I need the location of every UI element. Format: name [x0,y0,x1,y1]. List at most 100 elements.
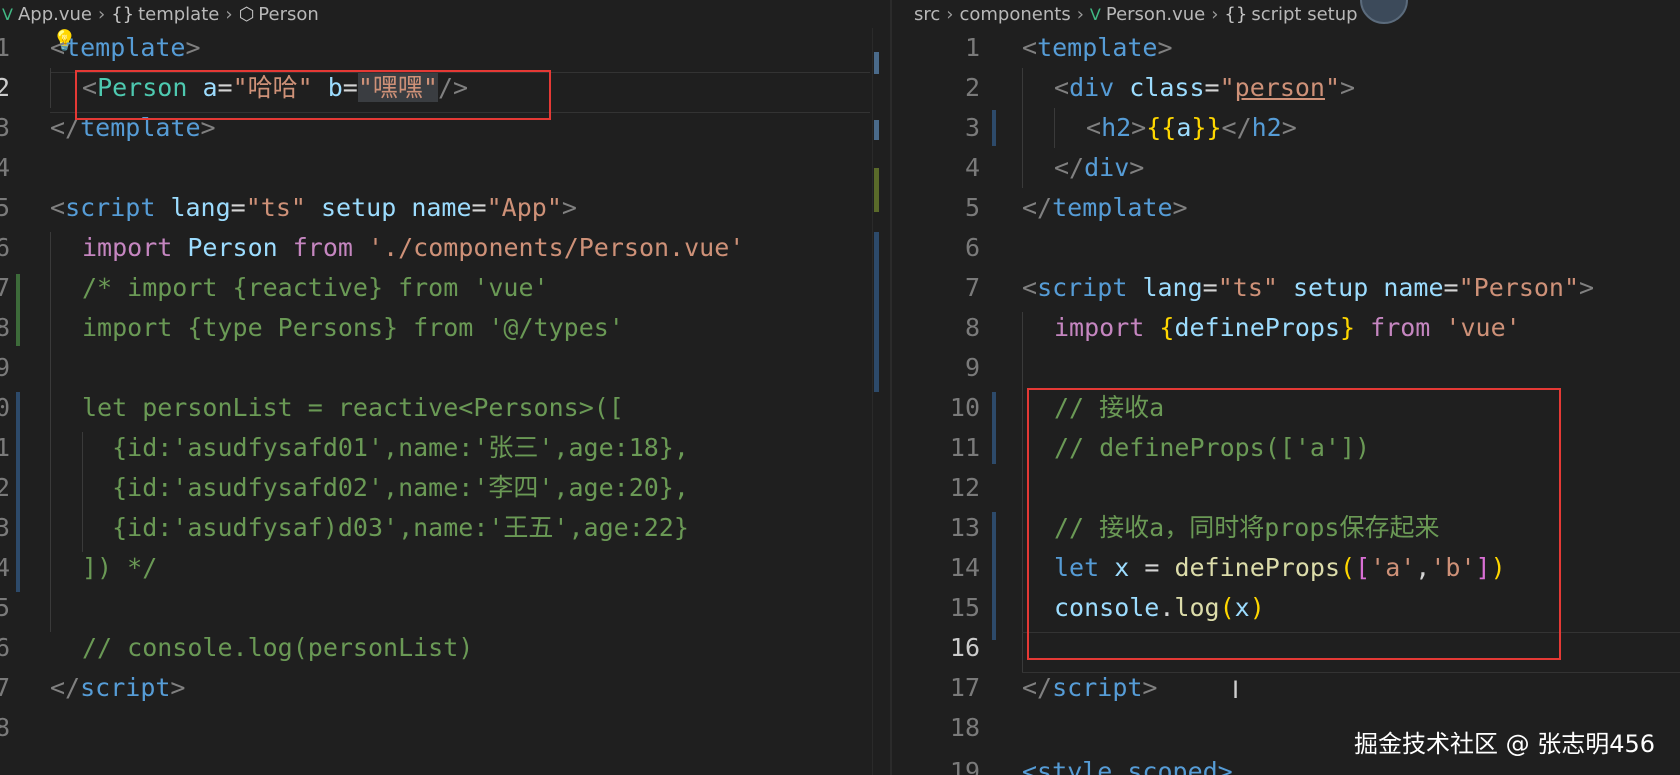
code-token: import [82,233,173,262]
line-number: 12 [949,473,980,502]
code-token: console [1054,593,1160,622]
line-number: 6 [0,233,10,262]
chevron-right-icon: › [225,3,233,25]
line-number: 5 [0,593,10,622]
code-token: <style scoped> [1022,757,1233,775]
code-token: class [1129,73,1205,102]
code-token: script [80,673,171,702]
code-token: defineProps [1174,313,1341,342]
code-token: './components/Person.vue' [368,233,745,262]
code-token: div [1084,153,1130,182]
scrollbar-marker [874,120,879,140]
code-line: 13 // 接收a，同时将props保存起来 [892,508,1680,548]
code-token: setup [321,193,397,222]
code-line: 9 [0,348,890,388]
code-line: 14 let x = defineProps(['a','b']) [892,548,1680,588]
line-number: 5 [964,193,980,222]
code-token: b [327,73,343,102]
code-token: Person [187,233,278,262]
line-number: 7 [0,273,10,302]
code-token: template [65,33,186,62]
line-number: 1 [0,433,10,462]
chevron-right-icon: › [946,3,954,25]
code-line: 2 <Person a="哈哈" b="嘿嘿"/> [0,68,890,108]
line-number: 3 [0,113,10,142]
scrollbar[interactable] [872,28,889,775]
line-number: 10 [949,393,980,422]
code-token: "嘿嘿" [357,73,438,102]
left-editor-pane[interactable]: V App.vue › {} template › ⬡ Person 💡 1 <… [0,0,890,775]
breadcrumb-item[interactable]: template [138,4,219,25]
line-number: 3 [964,113,980,142]
right-editor-pane[interactable]: src › components › V Person.vue › {} scr… [892,0,1680,775]
code-line: 3 <h2>{{a}}</h2> [892,108,1680,148]
text-cursor-icon: I [1232,676,1240,704]
code-comment: {id:'asudfysaf)d03',name:'王五',age:22} [82,513,689,542]
line-number: 2 [0,473,10,502]
breadcrumb-item[interactable]: App.vue [18,4,92,25]
code-line: 5 [0,588,890,628]
breadcrumb: V App.vue › {} template › ⬡ Person [0,0,890,28]
cube-icon: ⬡ [238,3,255,25]
code-token: = [1129,553,1175,582]
code-line: 7 <script lang="ts" setup name="Person"> [892,268,1680,308]
breadcrumb-item[interactable]: Person [258,4,319,25]
code-token: div [1069,73,1115,102]
code-token: "ts" [245,193,306,222]
code-token: template [1037,33,1158,62]
code-comment: /* import {reactive} from 'vue' [82,273,549,302]
code-line: 1 <template> [892,28,1680,68]
line-number: 4 [964,153,980,182]
code-token: lang [170,193,231,222]
vue-file-icon: V [1089,4,1101,24]
code-line: 8 import {type Persons} from '@/types' [0,308,890,348]
line-number: 2 [964,73,980,102]
breadcrumb-item[interactable]: Person.vue [1106,4,1205,25]
line-number: 4 [0,553,10,582]
line-number: 9 [0,353,10,382]
code-line: 3 {id:'asudfysaf)d03',name:'王五',age:22} [0,508,890,548]
code-line: 5 <script lang="ts" setup name="App"> [0,188,890,228]
watermark: 掘金技术社区 @ 张志明456 [1354,730,1656,758]
code-token: template [80,113,201,142]
code-token: x [1114,553,1130,582]
code-line: 4 ]) */ [0,548,890,588]
code-token: from [292,233,353,262]
chevron-right-icon: › [1211,3,1219,25]
code-line: 10 // 接收a [892,388,1680,428]
code-line: 15 console.log(x) [892,588,1680,628]
code-token: name [1383,273,1444,302]
breadcrumb-item[interactable]: script setup [1251,4,1357,25]
scrollbar-marker [874,232,879,392]
code-token: script [1052,673,1143,702]
code-comment: import {type Persons} from '@/types' [82,313,624,342]
breadcrumb-item[interactable]: components [959,4,1070,25]
code-token: "App" [486,193,562,222]
code-token: 'vue' [1445,313,1521,342]
line-number: 17 [949,673,980,702]
code-line: 1 {id:'asudfysafd01',name:'张三',age:18}, [0,428,890,468]
code-token: Person [97,73,188,102]
line-number: 1 [964,33,980,62]
code-token: import [1054,313,1145,342]
code-token: setup [1293,273,1369,302]
line-number: 6 [0,633,10,662]
breadcrumb-item[interactable]: src [914,4,940,25]
line-number: 5 [0,193,10,222]
code-token: a [1176,113,1192,142]
code-line: 2 <div class="person"> [892,68,1680,108]
line-number: 8 [0,313,10,342]
code-line: 0 let personList = reactive<Persons>([ [0,388,890,428]
line-number: 19 [949,757,980,775]
code-token: lang [1142,273,1203,302]
line-number: 8 [0,713,10,742]
code-line: 6 // console.log(personList) [0,628,890,668]
code-line: 16 [892,628,1680,668]
code-line: 1 <template> [0,28,890,68]
line-number: 8 [964,313,980,342]
line-number: 6 [964,233,980,262]
line-number: 13 [949,513,980,542]
code-line: 6 [892,228,1680,268]
vue-file-icon: V [2,4,13,24]
code-token: template [1052,193,1173,222]
